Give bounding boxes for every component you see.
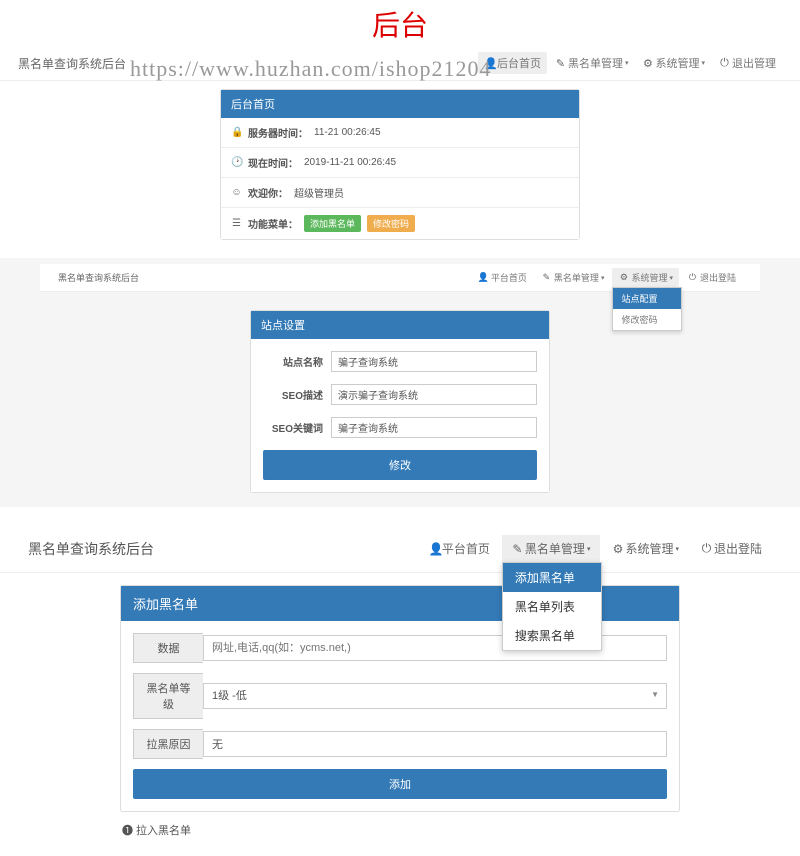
field-seo-keywords: SEO关键词 [251, 411, 549, 444]
pencil-icon: ✎ [512, 542, 523, 556]
brand: 黑名单查询系统后台 [58, 271, 472, 284]
row-server-time: 🔒服务器时间：11-21 00:26:45 [221, 118, 579, 148]
nav-home[interactable]: 👤后台首页 [478, 52, 547, 74]
navbar: 黑名单查询系统后台 👤后台首页 ✎黑名单管理▾ ⚙系统管理▾ ⏻退出管理 [0, 46, 800, 81]
user-icon: 👤 [484, 57, 495, 70]
gear-icon: ⚙ [642, 57, 653, 70]
nav-system[interactable]: ⚙系统管理▾ 站点配置 修改密码 [612, 268, 679, 287]
nav-blacklist[interactable]: ✎黑名单管理▾ [549, 52, 635, 74]
nav-home[interactable]: 👤平台首页 [419, 535, 500, 562]
panel-title: 站点设置 [251, 311, 549, 339]
pencil-icon: ✎ [541, 272, 552, 283]
nav-home[interactable]: 👤平台首页 [472, 268, 533, 287]
user-icon: 👤 [478, 272, 489, 283]
nav-logout[interactable]: ⏻退出登陆 [691, 535, 772, 562]
nav-links: 👤后台首页 ✎黑名单管理▾ ⚙系统管理▾ ⏻退出管理 [478, 52, 782, 74]
caret-icon: ▾ [625, 59, 629, 67]
screenshot-1: 黑名单查询系统后台 👤后台首页 ✎黑名单管理▾ ⚙系统管理▾ ⏻退出管理 后台首… [0, 46, 800, 240]
submit-button[interactable]: 修改 [263, 450, 537, 480]
user-icon: 👤 [429, 542, 440, 556]
reason-input[interactable] [203, 731, 667, 757]
field-level: 黑名单等级 1级 -低 [133, 673, 667, 719]
change-password-button[interactable]: 修改密码 [367, 215, 415, 232]
dropdown-site-config[interactable]: 站点配置 [613, 288, 681, 309]
clock-icon: 🕑 [231, 157, 242, 168]
field-reason: 拉黑原因 [133, 729, 667, 759]
smile-icon: ☺ [231, 187, 242, 198]
dropdown-add-blacklist[interactable]: 添加黑名单 [503, 563, 601, 592]
site-settings-panel: 站点设置 站点名称 SEO描述 SEO关键词 修改 [250, 310, 550, 493]
level-label: 黑名单等级 [133, 673, 203, 719]
data-label: 数据 [133, 633, 203, 663]
site-name-input[interactable] [331, 351, 537, 372]
caret-icon: ▾ [701, 59, 705, 67]
blacklist-dropdown: 添加黑名单 黑名单列表 搜索黑名单 [502, 562, 602, 651]
add-blacklist-button[interactable]: 添加黑名单 [304, 215, 361, 232]
list-icon: ☰ [231, 218, 242, 229]
nav-logout[interactable]: ⏻退出登陆 [681, 268, 742, 287]
page-main-title: 后台 [0, 0, 800, 46]
level-select[interactable]: 1级 -低 [203, 683, 667, 709]
screenshot-2: 黑名单查询系统后台 👤平台首页 ✎黑名单管理▾ ⚙系统管理▾ 站点配置 修改密码… [0, 258, 800, 507]
dropdown-blacklist-list[interactable]: 黑名单列表 [503, 592, 601, 621]
power-icon: ⏻ [687, 272, 698, 283]
lock-icon: 🔒 [231, 127, 242, 138]
row-welcome: ☺欢迎你：超级管理员 [221, 178, 579, 208]
pencil-icon: ✎ [555, 57, 566, 70]
power-icon: ⏻ [701, 541, 712, 556]
dropdown-search-blacklist[interactable]: 搜索黑名单 [503, 621, 601, 650]
brand: 黑名单查询系统后台 [18, 55, 478, 72]
nav-system[interactable]: ⚙系统管理▾ [636, 52, 711, 74]
home-panel: 后台首页 🔒服务器时间：11-21 00:26:45 🕑现在时间：2019-11… [220, 89, 580, 240]
seo-desc-input[interactable] [331, 384, 537, 405]
reason-label: 拉黑原因 [133, 729, 203, 759]
dropdown-change-password[interactable]: 修改密码 [613, 309, 681, 330]
seo-keywords-input[interactable] [331, 417, 537, 438]
extra-note: ❶ 拉入黑名单 [120, 822, 680, 838]
row-menu: ☰功能菜单： 添加黑名单 修改密码 [221, 208, 579, 239]
nav-links: 👤平台首页 ✎黑名单管理▾ ⚙系统管理▾ 站点配置 修改密码 ⏻退出登陆 [472, 268, 742, 287]
nav-system[interactable]: ⚙系统管理▾ [602, 535, 689, 562]
field-seo-desc: SEO描述 [251, 378, 549, 411]
brand: 黑名单查询系统后台 [28, 539, 419, 559]
navbar: 黑名单查询系统后台 👤平台首页 ✎黑名单管理▾ ⚙系统管理▾ 站点配置 修改密码… [40, 264, 760, 292]
gear-icon: ⚙ [618, 272, 629, 283]
screenshot-3: 黑名单查询系统后台 👤平台首页 ✎黑名单管理▾ 添加黑名单 黑名单列表 搜索黑名… [0, 525, 800, 838]
navbar: 黑名单查询系统后台 👤平台首页 ✎黑名单管理▾ 添加黑名单 黑名单列表 搜索黑名… [0, 525, 800, 573]
gear-icon: ⚙ [612, 542, 623, 556]
nav-links: 👤平台首页 ✎黑名单管理▾ 添加黑名单 黑名单列表 搜索黑名单 ⚙系统管理▾ ⏻… [419, 535, 772, 562]
field-site-name: 站点名称 [251, 345, 549, 378]
system-dropdown: 站点配置 修改密码 [612, 287, 682, 331]
add-button[interactable]: 添加 [133, 769, 667, 799]
panel-title: 后台首页 [221, 90, 579, 118]
power-icon: ⏻ [719, 57, 730, 70]
row-now-time: 🕑现在时间：2019-11-21 00:26:45 [221, 148, 579, 178]
nav-logout[interactable]: ⏻退出管理 [713, 52, 782, 74]
nav-blacklist[interactable]: ✎黑名单管理▾ [535, 268, 611, 287]
nav-blacklist[interactable]: ✎黑名单管理▾ [502, 535, 601, 562]
